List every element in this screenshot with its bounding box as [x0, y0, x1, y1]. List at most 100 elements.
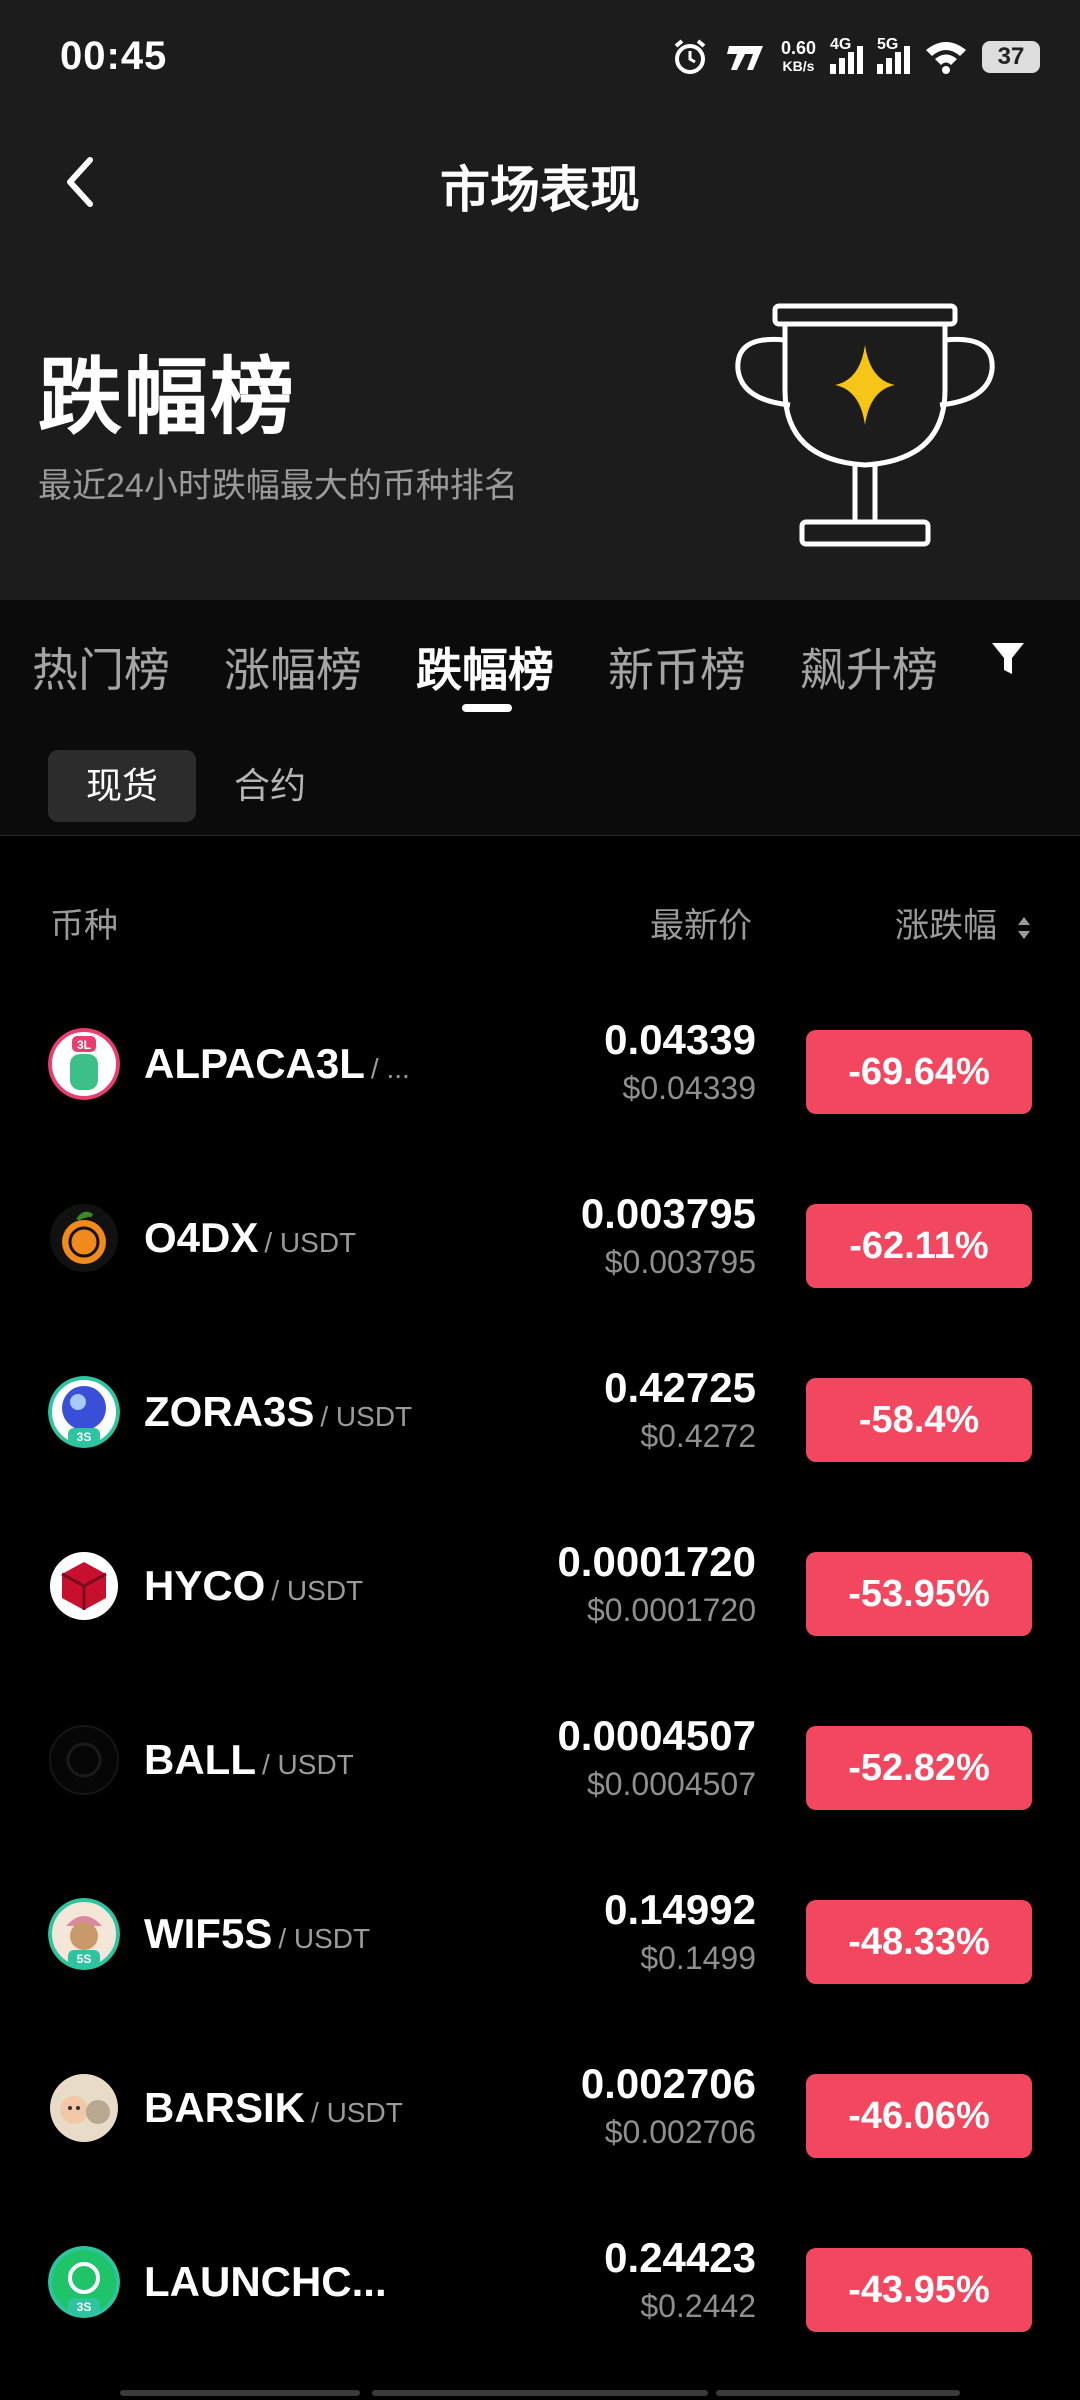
list-item[interactable]: BARSIK / USDT 0.002706 $0.002706 -46.06%	[0, 2024, 1080, 2198]
svg-text:5S: 5S	[77, 1952, 92, 1966]
wifi-icon	[926, 42, 966, 74]
launchcoin-3s-icon: 3S	[48, 2246, 120, 2318]
change-badge[interactable]: -53.95%	[806, 1552, 1032, 1636]
battery-icon: 37	[982, 41, 1040, 73]
coin-name: LAUNCHC...	[144, 2258, 393, 2306]
last-price-usd: $0.002706	[604, 2114, 756, 2150]
last-price: 0.42725	[604, 1364, 756, 1411]
last-price-usd: $0.0001720	[586, 1592, 756, 1628]
ranking-tabs: 热门榜 涨幅榜 跌幅榜 新币榜 飙升榜	[0, 600, 1080, 720]
coin-name: BALL / USDT	[144, 1736, 354, 1784]
coin-name: O4DX / USDT	[144, 1214, 356, 1262]
scroll-indicator	[120, 2390, 360, 2396]
last-price-usd: $0.1499	[640, 1940, 756, 1976]
signal-5g-icon: 5G	[877, 36, 910, 74]
svg-text:3S: 3S	[77, 1430, 92, 1444]
list-item[interactable]: O4DX / USDT 0.003795 $0.003795 -62.11%	[0, 1154, 1080, 1328]
subtab-spot[interactable]: 现货	[48, 750, 197, 822]
column-header-price: 最新价	[650, 907, 752, 945]
zora-3s-icon: 3S	[48, 1376, 120, 1448]
coin-symbol: WIF5S	[144, 1910, 273, 1957]
svg-text:3S: 3S	[77, 2300, 92, 2314]
list-item[interactable]: 5S WIF5S / USDT 0.14992 $0.1499 -48.33%	[0, 1850, 1080, 2024]
column-header-change[interactable]: 涨跌幅	[895, 907, 997, 945]
alarm-icon	[674, 39, 706, 74]
market-type-tabs: 现货 合约	[0, 720, 1080, 836]
coin-name: HYCO / USDT	[144, 1562, 363, 1610]
coin-name: WIF5S / USDT	[144, 1910, 370, 1958]
list-item[interactable]: HYCO / USDT 0.0001720 $0.0001720 -53.95%	[0, 1502, 1080, 1676]
list-item[interactable]: BALL / USDT 0.0004507 $0.0004507 -52.82%	[0, 1676, 1080, 1850]
last-price: 0.002706	[580, 2060, 756, 2107]
hero-title: 跌幅榜	[38, 350, 297, 444]
signal-4g-icon: 4G	[830, 36, 863, 74]
network-speed: 0.60 KB/s	[781, 39, 816, 75]
barsik-icon	[50, 2074, 118, 2142]
change-badge[interactable]: -69.64%	[806, 1030, 1032, 1114]
sort-icon[interactable]	[1016, 913, 1032, 943]
orange-coin-icon	[50, 1204, 118, 1272]
coin-symbol: O4DX	[144, 1214, 259, 1261]
coin-pair: / USDT	[264, 1227, 357, 1258]
coin-symbol: BALL	[144, 1736, 256, 1783]
coin-symbol: ALPACA3L	[144, 1040, 365, 1087]
last-price: 0.24423	[604, 2234, 756, 2281]
coin-symbol: BARSIK	[144, 2084, 306, 2131]
coin-symbol: HYCO	[144, 1562, 266, 1609]
active-tab-indicator	[462, 704, 512, 712]
tab-new[interactable]: 新币榜	[608, 634, 746, 700]
last-price: 0.14992	[604, 1886, 756, 1933]
coin-pair: / USDT	[271, 1575, 364, 1606]
tab-hot[interactable]: 热门榜	[32, 634, 170, 700]
ball-icon	[49, 1725, 119, 1795]
filter-icon[interactable]	[990, 640, 1026, 678]
page-title: 市场表现	[440, 162, 640, 218]
coin-pair: / USDT	[261, 1749, 354, 1780]
last-price: 0.0001720	[557, 1538, 756, 1585]
net-label-5g: 5G	[877, 36, 899, 53]
coin-pair: / ...	[370, 1053, 410, 1084]
net-label-4g: 4G	[830, 36, 852, 53]
column-header-coin: 币种	[50, 907, 118, 945]
last-price-usd: $0.003795	[604, 1244, 756, 1280]
change-badge[interactable]: -52.82%	[806, 1726, 1032, 1810]
tab-losers[interactable]: 跌幅榜	[416, 634, 554, 700]
coin-symbol: ZORA3S	[144, 1388, 315, 1435]
list-item[interactable]: 3S ZORA3S / USDT 0.42725 $0.4272 -58.4%	[0, 1328, 1080, 1502]
speed-unit: KB/s	[782, 58, 815, 74]
wif-5s-icon: 5S	[48, 1898, 120, 1970]
last-price-usd: $0.04339	[622, 1070, 756, 1106]
change-badge[interactable]: -43.95%	[806, 2248, 1032, 2332]
coin-name: BARSIK / USDT	[144, 2084, 403, 2132]
last-price-usd: $0.4272	[640, 1418, 756, 1454]
coin-symbol: LAUNCHC...	[144, 2258, 387, 2305]
alpaca-3l-icon: 3L	[48, 1028, 120, 1100]
svg-text:3L: 3L	[77, 1038, 91, 1052]
tab-gainers[interactable]: 涨幅榜	[224, 634, 362, 700]
speed-value: 0.60	[780, 38, 816, 58]
last-price-usd: $0.2442	[640, 2288, 756, 2324]
hero-subtitle: 最近24小时跌幅最大的币种排名	[38, 467, 518, 505]
trophy-icon	[735, 303, 995, 547]
scroll-indicator	[716, 2390, 960, 2396]
last-price-usd: $0.0004507	[586, 1766, 756, 1802]
subtab-futures[interactable]: 合约	[196, 750, 344, 822]
last-price: 0.04339	[604, 1016, 756, 1063]
coin-name: ALPACA3L / ...	[144, 1040, 410, 1088]
change-badge[interactable]: -58.4%	[806, 1378, 1032, 1462]
app-notification-icon	[726, 46, 763, 70]
last-price: 0.0004507	[557, 1712, 756, 1759]
status-time: 00:45	[60, 34, 168, 78]
change-badge[interactable]: -48.33%	[806, 1900, 1032, 1984]
list-item[interactable]: 3S LAUNCHC... 0.24423 $0.2442 -43.95%	[0, 2198, 1080, 2372]
coin-name: ZORA3S / USDT	[144, 1388, 412, 1436]
list-item[interactable]: 3L ALPACA3L / ... 0.04339 $0.04339 -69.64…	[0, 980, 1080, 1154]
coin-pair: / USDT	[278, 1923, 371, 1954]
tab-surge[interactable]: 飙升榜	[800, 634, 938, 700]
change-badge[interactable]: -62.11%	[806, 1204, 1032, 1288]
change-badge[interactable]: -46.06%	[806, 2074, 1032, 2158]
column-header-change-wrap[interactable]: 涨跌幅	[895, 898, 1032, 947]
last-price: 0.003795	[580, 1190, 756, 1237]
scroll-indicator	[372, 2390, 708, 2396]
red-cube-icon	[50, 1552, 118, 1620]
